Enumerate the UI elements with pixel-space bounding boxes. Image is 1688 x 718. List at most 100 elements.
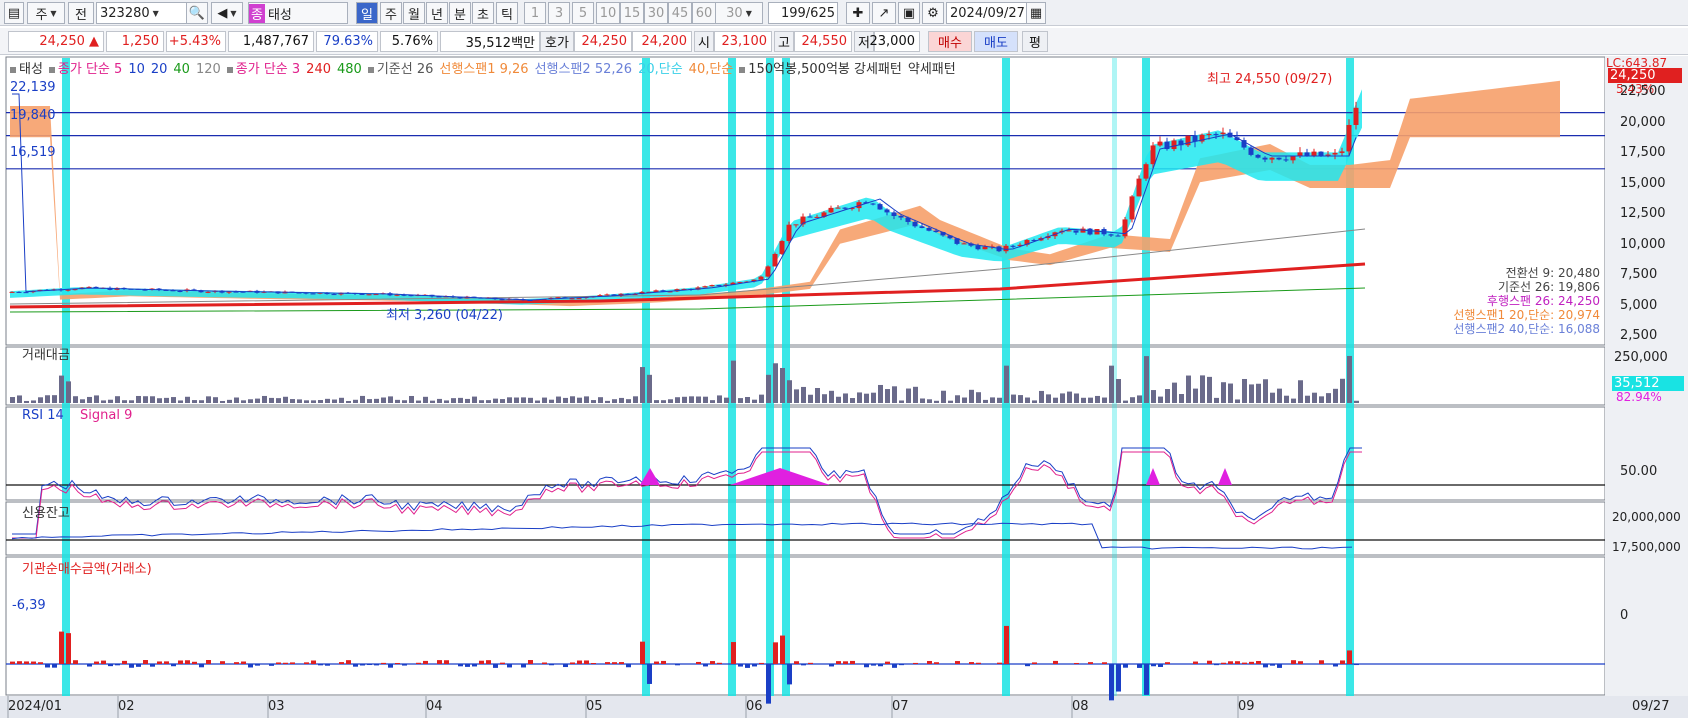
inst-bar	[703, 664, 708, 667]
period-select[interactable]: 주	[27, 2, 65, 24]
volume-bar	[353, 399, 358, 403]
legend-item-3[interactable]: 20	[151, 62, 168, 77]
prev-button[interactable]: 전	[68, 2, 94, 24]
volume-bar	[626, 399, 631, 403]
candle-body	[1157, 141, 1163, 146]
volume-bar	[1319, 396, 1324, 403]
legend-item-13[interactable]: 40,단순	[689, 62, 734, 77]
avg-button[interactable]: 평	[1022, 31, 1048, 52]
price-y-tick-6: 7,500	[1620, 267, 1658, 282]
save-icon[interactable]: ▣	[898, 2, 920, 24]
candle-body	[828, 207, 834, 213]
inst-bar	[752, 664, 757, 667]
inst-bar	[549, 664, 554, 666]
inst-bar	[745, 664, 750, 668]
period-tab-6[interactable]: 틱	[496, 2, 518, 24]
x-axis-label-7: 08	[1072, 699, 1089, 714]
inst-bar	[647, 664, 652, 684]
period-tab-4[interactable]: 분	[449, 2, 471, 24]
volume-bar	[1095, 395, 1100, 403]
draw-icon[interactable]: ↗	[872, 2, 896, 24]
interval-select[interactable]: 30	[715, 2, 763, 24]
volume-bar	[766, 374, 771, 403]
candle-body	[604, 294, 610, 296]
legend-item-7[interactable]: 240	[306, 62, 331, 77]
interval-tab-3[interactable]: 10	[596, 2, 620, 24]
legend-marker-icon	[10, 66, 16, 73]
interval-tab-4[interactable]: 15	[620, 2, 644, 24]
legend-item-11[interactable]: 선행스팬2 52,26	[535, 62, 632, 77]
legend-item-9[interactable]: 기준선 26	[377, 62, 434, 77]
layout-icon[interactable]: ▤	[4, 2, 24, 24]
legend-item-1[interactable]: 종가 단순 5	[58, 62, 122, 77]
stock-name-field[interactable]: 종 태성	[248, 2, 348, 24]
inst-bar	[934, 662, 939, 664]
inst-bar	[143, 660, 148, 664]
inst-bar	[1053, 660, 1058, 664]
volume-bar	[1172, 382, 1177, 403]
candle-body	[975, 245, 981, 250]
period-tab-3[interactable]: 년	[426, 2, 448, 24]
volume-bar	[423, 396, 428, 403]
inst-bar	[1137, 664, 1142, 668]
legend-item-12[interactable]: 20,단순	[638, 62, 683, 77]
candle-body	[366, 294, 372, 296]
hts-chart-window: ▤ 주 전 323280 🔍 ◀ 종 태성 일주월년분초틱 1351015304…	[0, 0, 1688, 718]
volume-bar	[1186, 375, 1191, 403]
inst-bar	[1109, 664, 1114, 701]
interval-tab-6[interactable]: 45	[668, 2, 692, 24]
legend-item-8[interactable]: 480	[337, 62, 362, 77]
inst-bar	[150, 664, 155, 667]
crosshair-icon[interactable]: ✚	[846, 2, 870, 24]
interval-tab-2[interactable]: 5	[572, 2, 594, 24]
legend-item-4[interactable]: 40	[173, 62, 190, 77]
page-count-input[interactable]: 199/625	[768, 2, 838, 24]
volume-bar	[115, 396, 120, 403]
legend-item-5[interactable]: 120	[196, 62, 221, 77]
volume-bar	[1074, 393, 1079, 403]
period-tab-2[interactable]: 월	[403, 2, 425, 24]
inst-bar	[808, 662, 813, 664]
sound-icon[interactable]: ◀	[211, 2, 243, 24]
volume-bar	[318, 400, 323, 403]
interval-tab-0[interactable]: 1	[524, 2, 546, 24]
volume-bar	[269, 397, 274, 403]
interval-tab-7[interactable]: 60	[692, 2, 716, 24]
legend-item-6[interactable]: 종가 단순 3	[236, 62, 300, 77]
credit-y-tick-1: 20,000,000	[1612, 510, 1681, 524]
legend-item-14[interactable]: 150억봉,500억봉 강세패턴	[748, 62, 902, 77]
sell-button[interactable]: 매도	[974, 31, 1018, 52]
inst-bar	[45, 664, 50, 668]
ichimoku-row-4: 선행스팬2 40,단순: 16,088	[1453, 322, 1600, 336]
gear-icon[interactable]: ⚙	[922, 2, 944, 24]
volume-bar	[472, 396, 477, 403]
search-icon[interactable]: 🔍	[186, 2, 208, 24]
volume-bar	[325, 398, 330, 403]
volume-bar	[290, 399, 295, 403]
interval-tab-5[interactable]: 30	[644, 2, 668, 24]
period-tab-1[interactable]: 주	[380, 2, 402, 24]
period-tab-0[interactable]: 일	[356, 2, 378, 24]
volume-bar	[241, 400, 246, 403]
legend-item-10[interactable]: 선행스팬1 9,26	[439, 62, 528, 77]
volume-bar	[157, 398, 162, 403]
buy-button[interactable]: 매수	[928, 31, 972, 52]
inst-bar	[129, 664, 134, 668]
volume-bar	[409, 395, 414, 403]
calendar-icon[interactable]: ▦	[1026, 2, 1046, 24]
chart-area[interactable]: 태성 종가 단순 5 10 20 40 120 종가 단순 3 240 480 기준선 26 선행스…	[0, 56, 1688, 718]
inst-bar	[1207, 660, 1212, 664]
legend-item-0[interactable]: 태성	[19, 62, 43, 77]
inst-bar	[52, 664, 57, 668]
interval-tab-1[interactable]: 3	[548, 2, 570, 24]
inst-bar	[381, 662, 386, 664]
legend-item-15[interactable]: 약세패턴	[908, 62, 956, 77]
legend-marker-icon	[367, 66, 374, 73]
inst-bar	[717, 662, 722, 664]
period-tab-5[interactable]: 초	[472, 2, 494, 24]
chart-canvas[interactable]	[0, 56, 1688, 718]
legend-item-2[interactable]: 10	[128, 62, 145, 77]
last-price-tag: 24,250	[1608, 68, 1682, 83]
volume-bar	[59, 375, 64, 403]
stock-code-input[interactable]: 323280	[96, 2, 192, 24]
